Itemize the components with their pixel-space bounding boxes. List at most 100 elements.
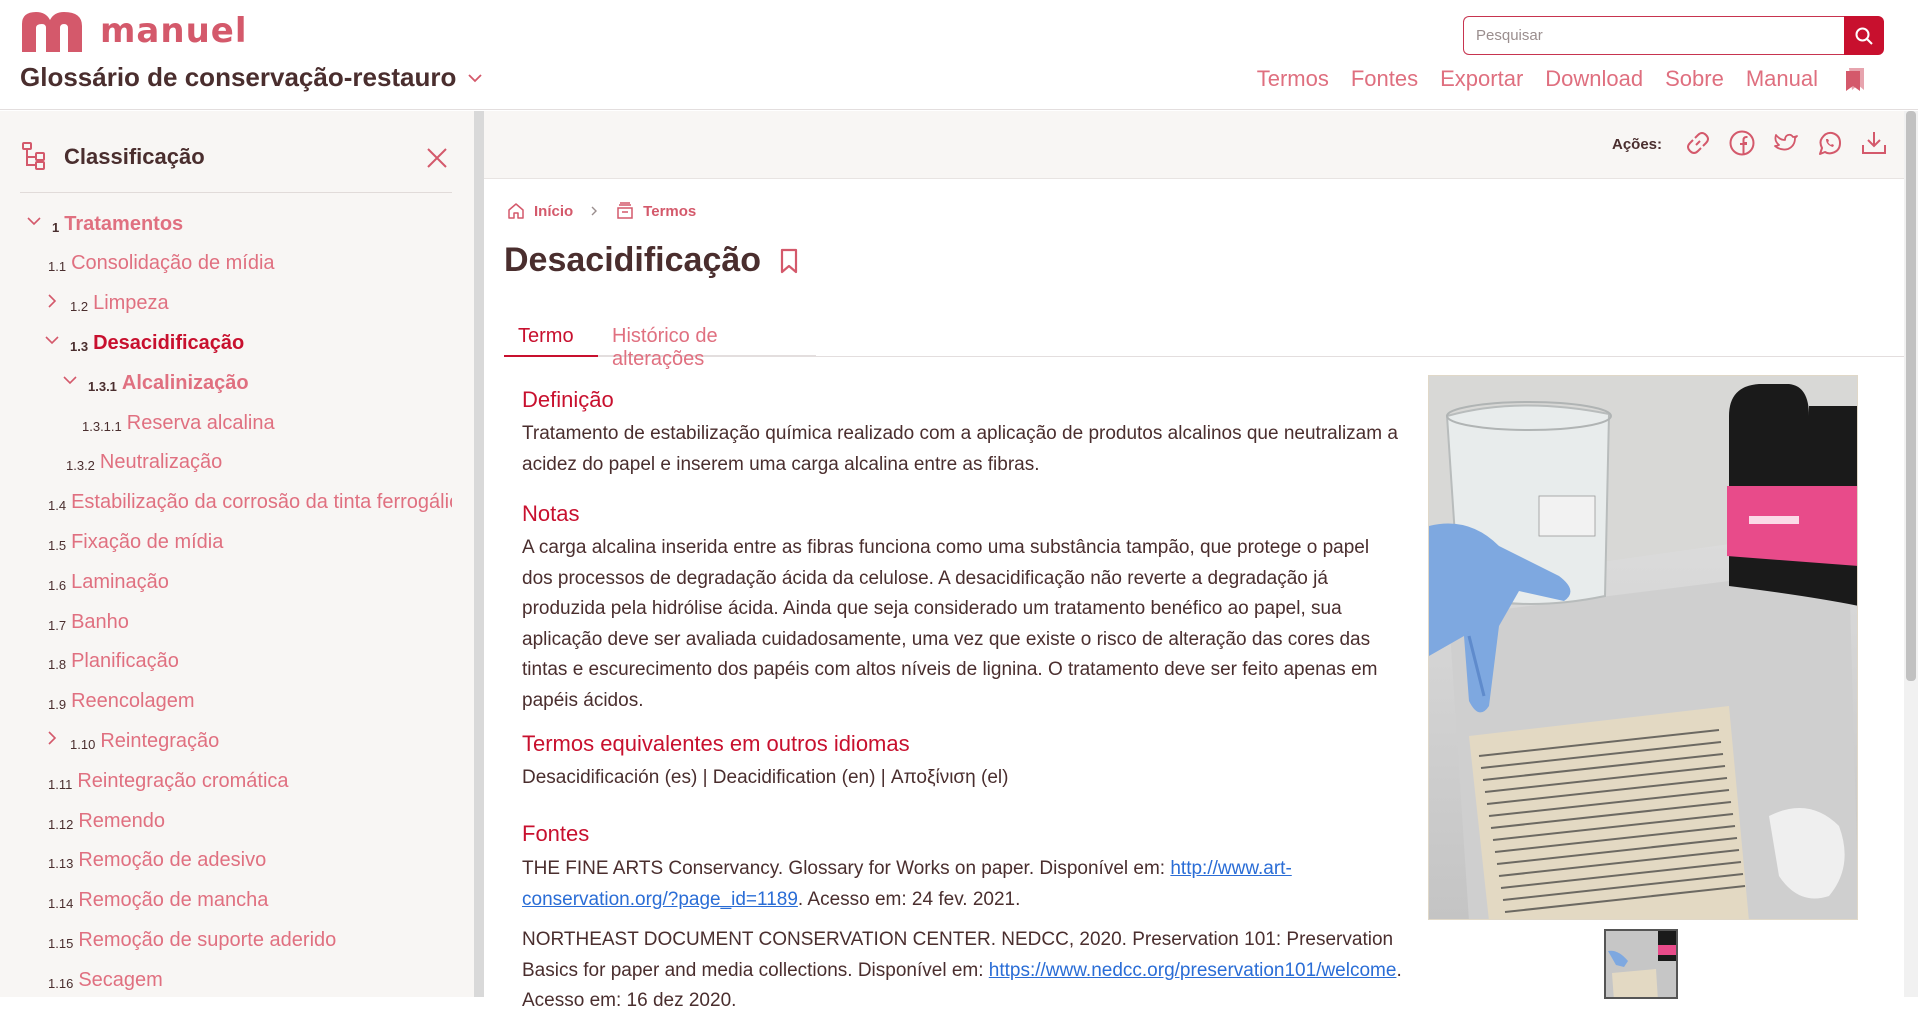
- breadcrumb: Início Termos: [506, 201, 696, 221]
- sidebar-item-label: Banho: [71, 610, 129, 633]
- sidebar-item[interactable]: 1.5 Fixação de mídia: [48, 525, 223, 559]
- site-title: Glossário de conservação-restauro: [20, 62, 457, 92]
- logo[interactable]: manuel: [20, 10, 248, 52]
- chevron-right-icon: [591, 206, 598, 216]
- sidebar-item-label: Alcalinização: [121, 371, 249, 394]
- facebook-icon[interactable]: [1728, 129, 1756, 157]
- sidebar-item[interactable]: 1.13 Remoção de adesivo: [48, 844, 266, 878]
- sidebar-item[interactable]: 1 Tratamentos: [27, 207, 184, 241]
- notes-heading: Notas: [522, 501, 580, 526]
- sidebar-item-label: Tratamentos: [64, 212, 184, 235]
- sidebar-item[interactable]: 1.3.1.1 Reserva alcalina: [82, 406, 275, 440]
- sidebar-item-number: 1.1: [48, 259, 67, 275]
- chevron-down-icon[interactable]: [62, 372, 78, 388]
- sidebar-resize-handle[interactable]: [474, 111, 484, 997]
- sidebar-item-number: 1.3.1: [88, 378, 117, 394]
- close-icon[interactable]: [426, 147, 448, 169]
- chevron-right-icon[interactable]: [44, 293, 60, 309]
- sidebar-item[interactable]: 1.8 Planificação: [48, 645, 179, 679]
- sidebar-item[interactable]: 1.10 Reintegração: [48, 724, 220, 758]
- sidebar-item[interactable]: 1.9 Reencolagem: [48, 685, 195, 719]
- nav-exportar[interactable]: Exportar: [1440, 66, 1523, 92]
- source-item: NORTHEAST DOCUMENT CONSERVATION CENTER. …: [522, 925, 1402, 1017]
- chevron-down-icon[interactable]: [26, 213, 42, 229]
- term-image[interactable]: [1428, 375, 1858, 920]
- sidebar-item-label: Desacidificação: [93, 331, 245, 354]
- nav-fontes[interactable]: Fontes: [1351, 66, 1418, 92]
- sidebar-item-number: 1.8: [48, 657, 67, 673]
- sidebar-item[interactable]: 1.14 Remoção de mancha: [48, 884, 268, 918]
- sidebar-item[interactable]: 1.7 Banho: [48, 605, 129, 639]
- bookmarks-icon[interactable]: [1844, 66, 1866, 92]
- sidebar-item[interactable]: 1.16 Secagem: [48, 963, 163, 997]
- nav-download[interactable]: Download: [1545, 66, 1643, 92]
- nav-termos[interactable]: Termos: [1257, 66, 1329, 92]
- breadcrumb-termos[interactable]: Termos: [643, 203, 696, 220]
- source-access: . Acesso em: 24 fev. 2021.: [797, 888, 1021, 910]
- sidebar-item-number: 1.14: [48, 896, 74, 912]
- source-link[interactable]: https://www.nedcc.org/preservation101/we…: [989, 960, 1397, 981]
- main-content: Ações: Início Termos Desacidificação Ter…: [484, 111, 1918, 1011]
- site-header: manuel Glossário de conservação-restauro…: [0, 0, 1918, 110]
- sidebar-item[interactable]: 1.4 Estabilização da corrosão da tinta fe…: [48, 486, 452, 520]
- page-title: Desacidificação: [504, 241, 801, 280]
- sidebar-item-number: 1.4: [48, 498, 67, 514]
- chevron-right-icon[interactable]: [44, 730, 60, 746]
- breadcrumb-home[interactable]: Início: [534, 203, 573, 220]
- twitter-icon[interactable]: [1772, 129, 1800, 157]
- sources-heading: Fontes: [522, 821, 590, 846]
- sidebar-item[interactable]: 1.1 Consolidação de mídia: [48, 247, 275, 281]
- sidebar-item[interactable]: 1.6 Laminação: [48, 565, 169, 599]
- deacidification-photo: [1429, 376, 1857, 919]
- sidebar-item[interactable]: 1.15 Remoção de suporte aderido: [48, 923, 336, 957]
- sidebar-item-label: Neutralização: [99, 451, 223, 474]
- sidebar-item-label: Remoção de adesivo: [78, 849, 267, 872]
- bookmark-icon[interactable]: [777, 247, 801, 275]
- sidebar-item-number: 1.9: [48, 697, 67, 713]
- search-button[interactable]: [1844, 16, 1884, 55]
- sidebar-title: Classificação: [64, 144, 205, 169]
- sidebar-item-label: Estabilização da corrosão da tinta ferro…: [71, 491, 452, 514]
- main-scrollbar[interactable]: [1904, 111, 1918, 997]
- main-scrollbar-thumb[interactable]: [1906, 111, 1916, 681]
- nav-sobre[interactable]: Sobre: [1665, 66, 1724, 92]
- nav-manual[interactable]: Manual: [1746, 66, 1818, 92]
- sidebar-item-label: Reintegração: [100, 729, 220, 752]
- sidebar-item-number: 1.3: [70, 338, 89, 354]
- sidebar-item[interactable]: 1.2 Limpeza: [48, 287, 169, 321]
- definition-text: Tratamento de estabilização química real…: [522, 423, 1398, 475]
- search-icon: [1855, 27, 1873, 45]
- sidebar-header: Classificação: [20, 141, 452, 193]
- sidebar-item-number: 1.15: [48, 935, 74, 951]
- sidebar-item-label: Remoção de suporte aderido: [78, 928, 337, 951]
- sidebar-item-number: 1.13: [48, 856, 74, 872]
- sidebar-item-label: Remoção de mancha: [78, 889, 269, 912]
- link-icon[interactable]: [1684, 129, 1712, 157]
- term-tabs: Termo Histórico de alterações: [504, 305, 1912, 370]
- logo-text: manuel: [100, 11, 248, 51]
- whatsapp-icon[interactable]: [1816, 129, 1844, 157]
- site-title-dropdown[interactable]: Glossário de conservação-restauro: [20, 62, 484, 93]
- tab-termo[interactable]: Termo: [504, 305, 598, 357]
- sidebar-item-label: Planificação: [71, 650, 179, 673]
- sidebar-item-label: Reintegração cromática: [77, 769, 289, 792]
- sidebar-item[interactable]: 1.3.2 Neutralização: [66, 446, 222, 480]
- download-icon[interactable]: [1860, 129, 1888, 157]
- image-thumbnail[interactable]: [1604, 929, 1678, 999]
- sidebar-item[interactable]: 1.3.1 Alcalinização: [63, 366, 249, 400]
- sidebar-item[interactable]: 1.3 Desacidificação: [45, 326, 245, 360]
- sidebar-item-number: 1.5: [48, 537, 67, 553]
- sidebar-item-number: 1.3.2: [66, 458, 95, 474]
- sidebar-item-number: 1: [52, 219, 60, 235]
- equivalents-text: Desacidificación (es) | Deacidification …: [522, 767, 1009, 788]
- search-input[interactable]: [1463, 16, 1844, 55]
- chevron-down-icon[interactable]: [44, 332, 60, 348]
- sidebar-item[interactable]: 1.12 Remendo: [48, 804, 165, 838]
- tab-historico[interactable]: Histórico de alterações: [598, 305, 816, 370]
- archive-icon: [617, 202, 633, 219]
- sidebar-item-label: Secagem: [78, 968, 163, 991]
- sidebar-item[interactable]: 1.11 Reintegração cromática: [48, 764, 289, 798]
- source-item: THE FINE ARTS Conservancy. Glossary for …: [522, 854, 1402, 915]
- sidebar-item-number: 1.2: [70, 299, 89, 315]
- sidebar-item-label: Consolidação de mídia: [71, 252, 275, 275]
